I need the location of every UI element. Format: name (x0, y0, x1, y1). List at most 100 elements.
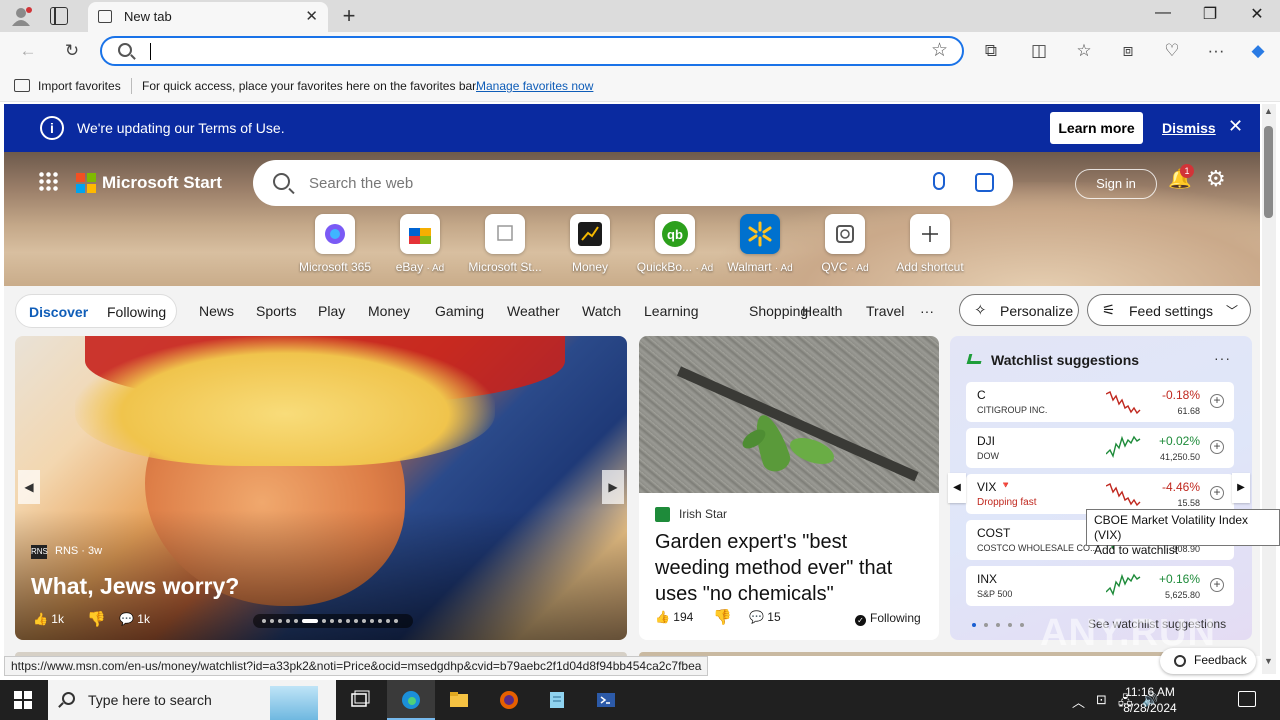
carousel-dot[interactable] (346, 619, 350, 623)
nav-item-learning[interactable]: Learning (644, 303, 699, 319)
story-card[interactable]: Irish Star Garden expert's "best weeding… (639, 336, 939, 640)
feedback-button[interactable]: Feedback (1160, 648, 1256, 674)
feed-settings-button[interactable]: ⚟ Feed settings ﹀ (1087, 294, 1251, 326)
quick-link-ebay[interactable]: eBay · Ad (380, 214, 460, 274)
notification-center-icon[interactable] (1238, 691, 1256, 707)
task-view-button[interactable] (336, 680, 384, 720)
quick-link-money[interactable]: Money (550, 214, 630, 274)
favorite-star-icon[interactable]: ☆ (931, 39, 948, 62)
watchlist-next-button[interactable]: ▶ (1232, 473, 1250, 503)
microphone-icon[interactable] (933, 172, 945, 190)
dismiss-link[interactable]: Dismiss (1162, 120, 1216, 136)
carousel-dot[interactable] (278, 619, 282, 623)
carousel-next-button[interactable]: ▶ (602, 470, 624, 504)
stock-row[interactable]: DJI DOW +0.02% 41,250.50 + (966, 428, 1234, 468)
carousel-dot[interactable] (330, 619, 334, 623)
add-to-watchlist-button[interactable]: + (1210, 440, 1224, 454)
nav-item-travel[interactable]: Travel (866, 303, 904, 319)
nav-item-play[interactable]: Play (318, 303, 345, 319)
add-to-watchlist-button[interactable]: + (1210, 394, 1224, 408)
powershell-app[interactable] (582, 680, 630, 720)
watchlist-more-button[interactable]: ··· (1214, 350, 1231, 366)
tab-actions-icon[interactable] (50, 7, 68, 25)
tab-following[interactable]: Following (107, 304, 166, 320)
tab-new-tab[interactable]: New tab ✕ (88, 2, 328, 32)
collections-button[interactable]: ⧈ (1116, 40, 1140, 62)
nav-item-watch[interactable]: Watch (582, 303, 621, 319)
system-clock[interactable]: 11:16 AM 8/28/2024 (1104, 684, 1196, 716)
carousel-dot[interactable] (262, 619, 266, 623)
nav-more-button[interactable]: ··· (920, 303, 934, 319)
edge-app[interactable] (387, 680, 435, 720)
start-button[interactable] (14, 691, 32, 709)
visual-search-icon[interactable] (975, 173, 994, 192)
app-launcher-icon[interactable] (38, 171, 58, 191)
tab-discover[interactable]: Discover (29, 304, 88, 320)
scrollbar-thumb[interactable] (1264, 126, 1273, 218)
add-to-watchlist-button[interactable]: + (1210, 486, 1224, 500)
performance-button[interactable]: ♡ (1160, 40, 1184, 62)
nav-item-health[interactable]: Health (802, 303, 842, 319)
story-headline[interactable]: What, Jews worry? (31, 573, 239, 600)
stock-row[interactable]: INX S&P 500 +0.16% 5,625.80 + (966, 566, 1234, 606)
nav-item-sports[interactable]: Sports (256, 303, 296, 319)
manage-favorites-link[interactable]: Manage favorites now (476, 79, 593, 93)
add-to-watchlist-button[interactable]: + (1210, 578, 1224, 592)
nav-item-news[interactable]: News (199, 303, 234, 319)
maximize-button[interactable]: ❐ (1187, 4, 1233, 24)
story-source[interactable]: RNS · 3w (55, 545, 102, 557)
back-button[interactable]: ← (16, 40, 40, 62)
copilot-button[interactable]: ◆ (1246, 40, 1270, 62)
quick-link-walmart[interactable]: Walmart · Ad (720, 214, 800, 274)
watchlist-prev-button[interactable]: ◀ (948, 473, 966, 503)
watchlist-title[interactable]: Watchlist suggestions (991, 352, 1139, 368)
split-screen-button[interactable]: ◫ (1027, 40, 1051, 62)
nav-item-money[interactable]: Money (368, 303, 410, 319)
scroll-down-arrow[interactable]: ▼ (1264, 656, 1273, 666)
like-button[interactable]: 👍 194 (655, 610, 693, 624)
extensions-button[interactable]: ⧉ (979, 40, 1003, 62)
add-shortcut-button[interactable]: Add shortcut (890, 214, 970, 274)
refresh-button[interactable]: ↻ (60, 40, 84, 62)
comments-button[interactable]: 💬 1k (119, 612, 150, 626)
tray-overflow-icon[interactable]: ︿ (1072, 692, 1085, 711)
address-bar[interactable]: ☆ (100, 36, 964, 66)
web-search-box[interactable]: Search the web (253, 160, 1013, 206)
taskbar-search[interactable]: Type here to search (48, 680, 336, 720)
nav-item-weather[interactable]: Weather (507, 303, 560, 319)
import-favorites-button[interactable]: Import favorites (38, 79, 121, 93)
carousel-dots[interactable] (253, 614, 413, 628)
page-scrollbar[interactable]: ▲ ▼ (1262, 104, 1276, 674)
dislike-button[interactable]: 👎 (87, 610, 106, 628)
like-button[interactable]: 👍 1k (33, 612, 64, 626)
carousel-dot[interactable] (394, 619, 398, 623)
file-explorer-app[interactable] (435, 680, 483, 720)
banner-close-icon[interactable]: ✕ (1228, 116, 1243, 137)
following-button[interactable]: ✓ Following (855, 611, 921, 626)
profile-avatar[interactable] (10, 5, 32, 27)
scroll-up-arrow[interactable]: ▲ (1264, 106, 1273, 116)
sign-in-button[interactable]: Sign in (1075, 169, 1157, 199)
carousel-dot[interactable] (362, 619, 366, 623)
more-menu-button[interactable]: ··· (1204, 40, 1228, 62)
notifications-button[interactable]: 🔔 1 (1168, 164, 1194, 190)
carousel-dot[interactable] (322, 619, 326, 623)
new-tab-button[interactable]: + (338, 3, 360, 29)
carousel-dot[interactable] (378, 619, 382, 623)
quick-link-qvc[interactable]: QVC · Ad (805, 214, 885, 274)
firefox-app[interactable] (485, 680, 533, 720)
quick-link-microsoft-365[interactable]: Microsoft 365 (295, 214, 375, 274)
settings-gear-icon[interactable]: ⚙ (1206, 168, 1226, 190)
quick-link-quickbooks[interactable]: qb QuickBo... · Ad (635, 214, 715, 274)
carousel-dot[interactable] (370, 619, 374, 623)
hero-story-card[interactable]: ◀ ▶ RNS RNS · 3w What, Jews worry? 👍 1k … (15, 336, 627, 640)
carousel-dot[interactable] (354, 619, 358, 623)
minimize-button[interactable]: — (1140, 4, 1186, 22)
carousel-dot[interactable] (294, 619, 298, 623)
stock-row[interactable]: VIX 🔻 Dropping fast -4.46% 15.58 + (966, 474, 1234, 514)
carousel-dot[interactable] (302, 619, 318, 623)
carousel-dot[interactable] (386, 619, 390, 623)
comments-button[interactable]: 💬 15 (749, 610, 781, 624)
carousel-dot[interactable] (270, 619, 274, 623)
brand-name[interactable]: Microsoft Start (102, 173, 222, 193)
